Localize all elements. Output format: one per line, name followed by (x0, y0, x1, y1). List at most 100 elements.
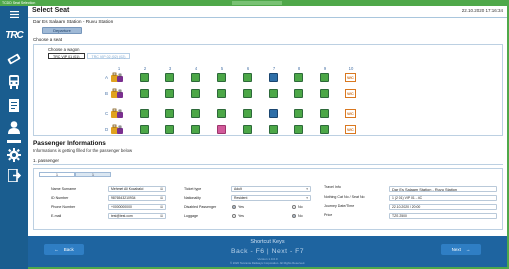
clear-name-icon[interactable]: ⊠ (160, 187, 163, 192)
seat-row-letter: B (105, 91, 109, 96)
email-value: test@test.com (111, 214, 133, 218)
seat-A7 (269, 73, 278, 82)
email-input[interactable]: test@test.com ⊠ (108, 213, 166, 219)
seat-C7 (269, 109, 278, 118)
seat-B3[interactable] (165, 89, 174, 98)
seat-B5[interactable] (217, 89, 226, 98)
seat-column-number: 2 (143, 66, 147, 71)
chevron-down-icon: ▾ (306, 196, 308, 200)
seat-A3[interactable] (165, 73, 174, 82)
wc-icon: WC (345, 109, 356, 118)
seat-D8[interactable] (294, 125, 303, 134)
seat-B7[interactable] (269, 89, 278, 98)
seat-C5[interactable] (217, 109, 226, 118)
next-button[interactable]: Next → (441, 244, 481, 255)
logout-icon[interactable] (0, 166, 28, 184)
shortcut-title: Shortcut Keys (250, 239, 285, 245)
wagon-tab-2[interactable]: TRC VIP 02 (02) (02) (86, 53, 131, 59)
seat-B4[interactable] (191, 89, 200, 98)
seat-row-letter: A (105, 75, 109, 80)
name-value: Mehmet Ali Kocabalci (111, 187, 144, 191)
disabled-no-label: No (298, 205, 303, 209)
title-bar-handle[interactable] (232, 1, 282, 5)
train-icon[interactable] (0, 72, 28, 92)
wc-icon: WC (345, 73, 356, 82)
seat-column-number: 4 (194, 66, 198, 71)
seat-C9[interactable] (320, 109, 329, 118)
phone-label: Phone Number (51, 205, 76, 209)
phone-input[interactable]: +0000000000 ⊠ (108, 204, 166, 210)
seat-A9[interactable] (320, 73, 329, 82)
luggage-no-radio[interactable] (292, 214, 296, 218)
settings-gear-icon[interactable] (0, 146, 28, 164)
ticket-type-select[interactable]: Adult ▾ (231, 186, 311, 192)
route-label: Dar Es Salaam Station - Ruvu Station (33, 20, 114, 25)
wagon-tab-1[interactable]: TRC VIP 01 (01) (48, 53, 85, 59)
seat-A5[interactable] (217, 73, 226, 82)
seat-D9[interactable] (320, 125, 329, 134)
chevron-down-icon: ▾ (306, 187, 308, 191)
seat-D2[interactable] (140, 125, 149, 134)
seat-D5 (217, 125, 226, 134)
user-icon[interactable] (0, 118, 28, 136)
seat-D3[interactable] (165, 125, 174, 134)
seat-B8[interactable] (294, 89, 303, 98)
seat-C6[interactable] (243, 109, 252, 118)
luggage-icon (111, 72, 123, 82)
copyright-text: © 2020 Tanzania Railways Corporation. Al… (229, 261, 306, 265)
next-label: Next (451, 247, 461, 252)
seat-B2[interactable] (140, 89, 149, 98)
wc-icon: WC (345, 125, 356, 134)
seat-D7[interactable] (269, 125, 278, 134)
passenger-number-label: 1. passenger (33, 158, 60, 163)
menu-icon[interactable] (0, 9, 28, 19)
seat-A2[interactable] (140, 73, 149, 82)
seat-column-number: 5 (220, 66, 224, 71)
seat-C3[interactable] (165, 109, 174, 118)
luggage-yes-radio[interactable] (232, 214, 236, 218)
seat-A8[interactable] (294, 73, 303, 82)
journey-date-label: Journey Date/Time (324, 204, 355, 208)
seat-C2[interactable] (140, 109, 149, 118)
price-label: Price (324, 213, 333, 217)
wagon-tabs: TRC VIP 01 (01) TRC VIP 02 (02) (02) (48, 53, 131, 59)
seat-no-field: 1 (2 01) VIP 01 - 4C (389, 195, 497, 201)
choose-seat-label: Choose a seat (33, 37, 63, 42)
disabled-no-radio[interactable] (292, 205, 296, 209)
seat-B6[interactable] (243, 89, 252, 98)
passenger-tab-2[interactable]: 1 (75, 172, 111, 177)
seat-C4[interactable] (191, 109, 200, 118)
header-divider (28, 17, 507, 18)
seat-B9[interactable] (320, 89, 329, 98)
seat-D4[interactable] (191, 125, 200, 134)
travel-info-label: Travel Info (324, 185, 341, 189)
seat-no-label: Nothing Cat No / Seat No (324, 195, 365, 199)
departure-tab[interactable]: Departure (42, 27, 82, 34)
phone-value: +0000000000 (111, 205, 132, 209)
clear-phone-icon[interactable]: ⊠ (160, 205, 163, 210)
passenger-form: 1 1 Name Surname Mehmet Ali Kocabalci ⊠ I… (33, 168, 503, 230)
ticket-type-value: Adult (234, 187, 242, 191)
journey-date-field: 22.10.2020 / 20:00 (389, 204, 497, 210)
document-icon[interactable] (0, 96, 28, 114)
ticket-icon[interactable] (0, 50, 28, 68)
seat-A4[interactable] (191, 73, 200, 82)
seat-C8[interactable] (294, 109, 303, 118)
passenger-tabs: 1 1 (39, 172, 111, 177)
luggage-yes-label: Yes (238, 214, 244, 218)
disabled-yes-radio[interactable] (232, 205, 236, 209)
seat-A6[interactable] (243, 73, 252, 82)
clear-email-icon[interactable]: ⊠ (160, 214, 163, 219)
passenger-tab-1[interactable]: 1 (39, 172, 75, 177)
luggage-no-label: No (298, 214, 303, 218)
id-input[interactable]: 9876543210934 ⊠ (108, 195, 166, 201)
clear-id-icon[interactable]: ⊠ (160, 196, 163, 201)
nationality-select[interactable]: Resident ▾ (231, 195, 311, 201)
seat-D6[interactable] (243, 125, 252, 134)
id-value: 9876543210934 (111, 196, 136, 200)
name-label: Name Surname (51, 187, 77, 191)
seat-column-number: 6 (246, 66, 250, 71)
arrow-right-icon: → (465, 247, 471, 252)
name-input[interactable]: Mehmet Ali Kocabalci ⊠ (108, 186, 166, 192)
seat-row-letter: C (105, 111, 109, 116)
